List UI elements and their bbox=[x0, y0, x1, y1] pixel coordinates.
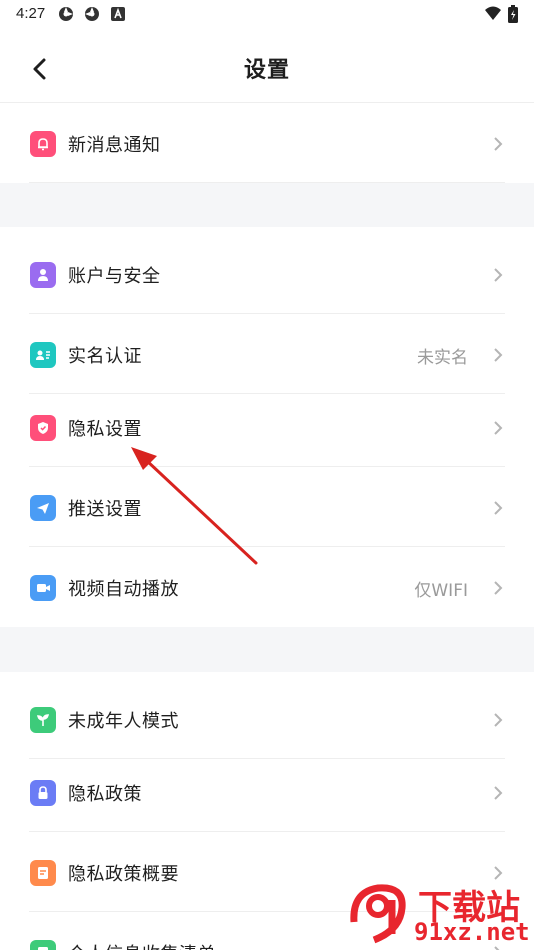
status-bar: 4:27 bbox=[0, 0, 534, 28]
settings-row-real-name-verification[interactable]: 实名认证 未实名 bbox=[0, 314, 534, 394]
chevron-right-icon bbox=[494, 268, 503, 282]
settings-row-account-security[interactable]: 账户与安全 bbox=[0, 234, 534, 314]
divider bbox=[29, 182, 505, 183]
battery-icon bbox=[508, 5, 518, 23]
settings-row-minor-mode[interactable]: 未成年人模式 bbox=[0, 679, 534, 759]
id-card-icon bbox=[30, 342, 56, 368]
header: 设置 bbox=[0, 28, 534, 103]
autoplay-value: 仅WIFI bbox=[414, 581, 468, 601]
video-icon bbox=[30, 575, 56, 601]
screen: 4:27 设置 新消息通知 账户与安全 实名认证 未实名 隐私设置 推送设置 视… bbox=[0, 0, 534, 950]
app-notification-icon bbox=[59, 7, 73, 21]
watermark-emblem-icon bbox=[350, 884, 406, 944]
lock-icon bbox=[30, 780, 56, 806]
chevron-right-icon bbox=[494, 421, 503, 435]
settings-row-label: 推送设置 bbox=[68, 499, 142, 520]
watermark-logo: 下载站 91xz.net bbox=[348, 880, 530, 946]
chevron-right-icon bbox=[494, 786, 503, 800]
chevron-right-icon bbox=[494, 348, 503, 362]
settings-row-label: 实名认证 bbox=[68, 346, 142, 367]
chevron-right-icon bbox=[494, 713, 503, 727]
settings-row-label: 账户与安全 bbox=[68, 266, 161, 287]
bell-icon bbox=[30, 131, 56, 157]
settings-row-privacy-settings[interactable]: 隐私设置 bbox=[0, 387, 534, 467]
document-icon bbox=[30, 860, 56, 886]
settings-row-push-settings[interactable]: 推送设置 bbox=[0, 467, 534, 547]
status-time: 4:27 bbox=[16, 5, 46, 22]
settings-row-video-autoplay[interactable]: 视频自动播放 仅WIFI bbox=[0, 547, 534, 627]
chevron-right-icon bbox=[494, 581, 503, 595]
shield-icon bbox=[30, 415, 56, 441]
settings-section-account: 账户与安全 实名认证 未实名 隐私设置 推送设置 视频自动播放 仅WIFI bbox=[0, 227, 534, 627]
settings-row-label: 隐私设置 bbox=[68, 419, 142, 440]
settings-row-label: 新消息通知 bbox=[68, 135, 161, 156]
app-notification-icon bbox=[85, 7, 99, 21]
user-icon bbox=[30, 262, 56, 288]
font-notification-icon bbox=[111, 7, 125, 21]
settings-row-label: 未成年人模式 bbox=[68, 711, 179, 732]
verification-status: 未实名 bbox=[417, 348, 468, 368]
settings-section-notifications: 新消息通知 bbox=[0, 103, 534, 183]
settings-row-label: 隐私政策概要 bbox=[68, 864, 179, 885]
sprout-icon bbox=[30, 707, 56, 733]
chevron-right-icon bbox=[494, 137, 503, 151]
settings-row-label: 个人信息收集清单 bbox=[68, 940, 216, 950]
watermark-url: 91xz.net bbox=[414, 918, 530, 946]
settings-row-label: 隐私政策 bbox=[68, 784, 142, 805]
settings-row-label: 视频自动播放 bbox=[68, 579, 179, 600]
send-icon bbox=[30, 495, 56, 521]
settings-row-new-message-notification[interactable]: 新消息通知 bbox=[0, 103, 534, 183]
chevron-right-icon bbox=[494, 501, 503, 515]
page-title: 设置 bbox=[243, 58, 290, 83]
wifi-icon bbox=[485, 6, 501, 20]
list-icon bbox=[30, 940, 56, 950]
settings-row-privacy-policy[interactable]: 隐私政策 bbox=[0, 752, 534, 832]
